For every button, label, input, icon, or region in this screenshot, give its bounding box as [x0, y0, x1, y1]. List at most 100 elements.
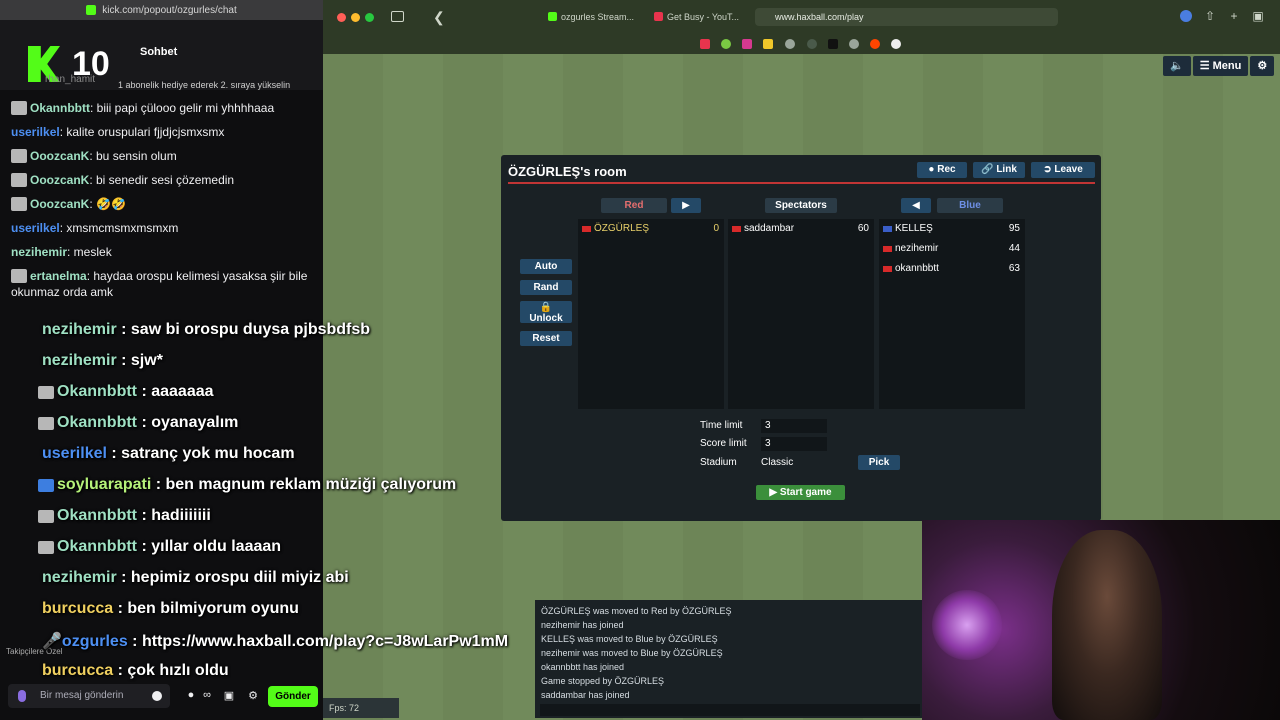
chat-message: OoozcanK: bi senedir sesi çözemedin [0, 168, 323, 192]
log-line: ÖZGÜRLEŞ was moved to Red by ÖZGÜRLEŞ [541, 606, 732, 616]
blue-team-header[interactable]: Blue [937, 198, 1003, 213]
chat-message-list: Okannbbtt: biii papi çülooo gelir mi yhh… [0, 96, 323, 304]
link-button[interactable]: 🔗 Link [973, 162, 1025, 178]
sound-icon[interactable]: 🔈 [1163, 56, 1191, 76]
chat-message: OoozcanK: 🤣🤣 [0, 192, 323, 216]
share-icon[interactable]: ⇧ [1204, 10, 1216, 22]
webcam-overlay [922, 520, 1280, 720]
kick-tab-icon [548, 12, 557, 21]
youtube-tab-icon [654, 12, 663, 21]
minimize-window-icon[interactable] [351, 13, 360, 22]
people-icon[interactable]: ● [184, 689, 198, 703]
score-limit-field[interactable]: 3 [761, 437, 827, 451]
log-line: Game stopped by ÖZGÜRLEŞ [541, 676, 665, 686]
spectators-list: saddambar 60 [728, 219, 874, 409]
room-title-divider [508, 182, 1095, 184]
player-row[interactable]: ÖZGÜRLEŞ 0 [578, 219, 724, 239]
auto-button[interactable]: Auto [520, 259, 572, 274]
chat-title: Sohbet [140, 46, 178, 58]
score-limit-label: Score limit [700, 438, 747, 449]
settings-gear-icon[interactable]: ⚙ [1250, 56, 1275, 76]
new-tab-icon[interactable]: + [1228, 10, 1240, 22]
followers-only-label: Takipçilere Özel [6, 647, 63, 656]
time-limit-field[interactable]: 3 [761, 419, 827, 433]
chat-url-bar: kick.com/popout/ozgurles/chat [0, 0, 323, 20]
chat-message: OoozcanK: bu sensin olum [0, 144, 323, 168]
bookmark-icon[interactable] [807, 39, 817, 49]
tab-kick[interactable]: ozgurles Stream... [545, 8, 645, 26]
bookmark-globe-icon[interactable] [785, 39, 795, 49]
game-log: ÖZGÜRLEŞ was moved to Red by ÖZGÜRLEŞ ne… [535, 600, 925, 718]
red-team-list: ÖZGÜRLEŞ 0 [578, 219, 724, 409]
bookmark-icon[interactable] [721, 39, 731, 49]
leave-button[interactable]: ➲ Leave [1031, 162, 1095, 178]
log-line: saddambar has joined [541, 690, 630, 700]
move-right-arrow-icon[interactable]: ▶ [671, 198, 701, 213]
log-line: nezihemir was moved to Blue by ÖZGÜRLEŞ [541, 648, 723, 658]
infinity-icon[interactable]: ∞ [200, 689, 214, 703]
bookmark-icon[interactable] [891, 39, 901, 49]
webcam-streamer [1052, 530, 1162, 720]
red-team-header[interactable]: Red [601, 198, 667, 213]
back-icon[interactable]: ❮ [433, 9, 445, 26]
room-dialog: ÖZGÜRLEŞ's room ● Rec 🔗 Link ➲ Leave Red… [501, 155, 1101, 521]
rand-button[interactable]: Rand [520, 280, 572, 295]
chat-message: nezihemir: meslek [11, 245, 112, 259]
flag-tr-icon [582, 226, 591, 232]
player-row[interactable]: saddambar 60 [728, 219, 874, 239]
bookmark-youtube-icon[interactable] [700, 39, 710, 49]
chat-message: userilkel: xmsmcmsmxmsmxm [11, 221, 179, 235]
emoji-icon[interactable] [152, 691, 162, 701]
time-limit-label: Time limit [700, 420, 743, 431]
bookmark-globe-icon[interactable] [849, 39, 859, 49]
start-game-button[interactable]: ▶ Start game [756, 485, 845, 500]
bookmark-icon[interactable] [763, 39, 773, 49]
tab-youtube[interactable]: Get Busy - YouT... [651, 8, 743, 26]
mic-icon[interactable] [18, 690, 26, 702]
chat-header: 10 Sohbet rhan_hamit 1 abonelik hediye e… [0, 20, 323, 90]
badge-icon [11, 149, 27, 163]
store-icon[interactable]: ▣ [222, 689, 236, 703]
tabs-overview-icon[interactable]: ▣ [1252, 10, 1264, 22]
pick-stadium-button[interactable]: Pick [858, 455, 900, 470]
badge-icon [11, 101, 27, 115]
chat-message: Okannbbtt: biii papi çülooo gelir mi yhh… [0, 96, 323, 120]
move-left-arrow-icon[interactable]: ◀ [901, 198, 931, 213]
player-row[interactable]: okannbbtt 63 [879, 259, 1025, 279]
haxball-top-controls: 🔈 ☰ Menu ⚙ [1163, 56, 1275, 76]
flag-tr-icon [732, 226, 741, 232]
reset-button[interactable]: Reset [520, 331, 572, 346]
flag-nl-icon [883, 226, 892, 232]
player-row[interactable]: KELLEŞ 95 [879, 219, 1025, 239]
bookmarks-bar [323, 34, 1280, 54]
log-line: okannbbtt has joined [541, 662, 625, 672]
blue-team-list: KELLEŞ 95 nezihemir 44 okannbbtt 63 [879, 219, 1025, 409]
fps-counter: Fps: 72 [323, 698, 399, 718]
address-bar[interactable]: www.haxball.com/play [755, 8, 1058, 26]
chat-input[interactable]: Bir mesaj gönderin [8, 684, 170, 708]
zoom-window-icon[interactable] [365, 13, 374, 22]
kick-favicon-icon [86, 5, 97, 15]
stadium-value: Classic [761, 457, 794, 468]
rec-button[interactable]: ● Rec [917, 162, 967, 178]
sub-info: 1 abonelik hediye ederek 2. sıraya yükse… [118, 80, 291, 90]
profile-icon[interactable] [1180, 10, 1192, 22]
unlock-button[interactable]: 🔒 Unlock [520, 301, 572, 324]
bookmark-icon[interactable] [828, 39, 838, 49]
menu-button[interactable]: ☰ Menu [1192, 56, 1249, 76]
chat-message: userilkel: kalite oruspulari fjjdjcjsmxs… [11, 125, 225, 139]
sub-user: rhan_hamit [45, 74, 96, 85]
player-row[interactable]: nezihemir 44 [879, 239, 1025, 259]
spectators-header[interactable]: Spectators [765, 198, 837, 213]
sidebar-icon[interactable] [391, 11, 404, 22]
lock-icon: 🔒 [539, 302, 553, 313]
bookmark-instagram-icon[interactable] [742, 39, 752, 49]
send-button[interactable]: Gönder [268, 686, 318, 707]
bookmark-reddit-icon[interactable] [870, 39, 880, 49]
badge-icon [11, 173, 27, 187]
gear-icon[interactable]: ⚙ [246, 689, 260, 703]
game-chat-input[interactable] [540, 704, 920, 716]
flag-tr-icon [883, 266, 892, 272]
close-window-icon[interactable] [337, 13, 346, 22]
flag-tr-icon [883, 246, 892, 252]
